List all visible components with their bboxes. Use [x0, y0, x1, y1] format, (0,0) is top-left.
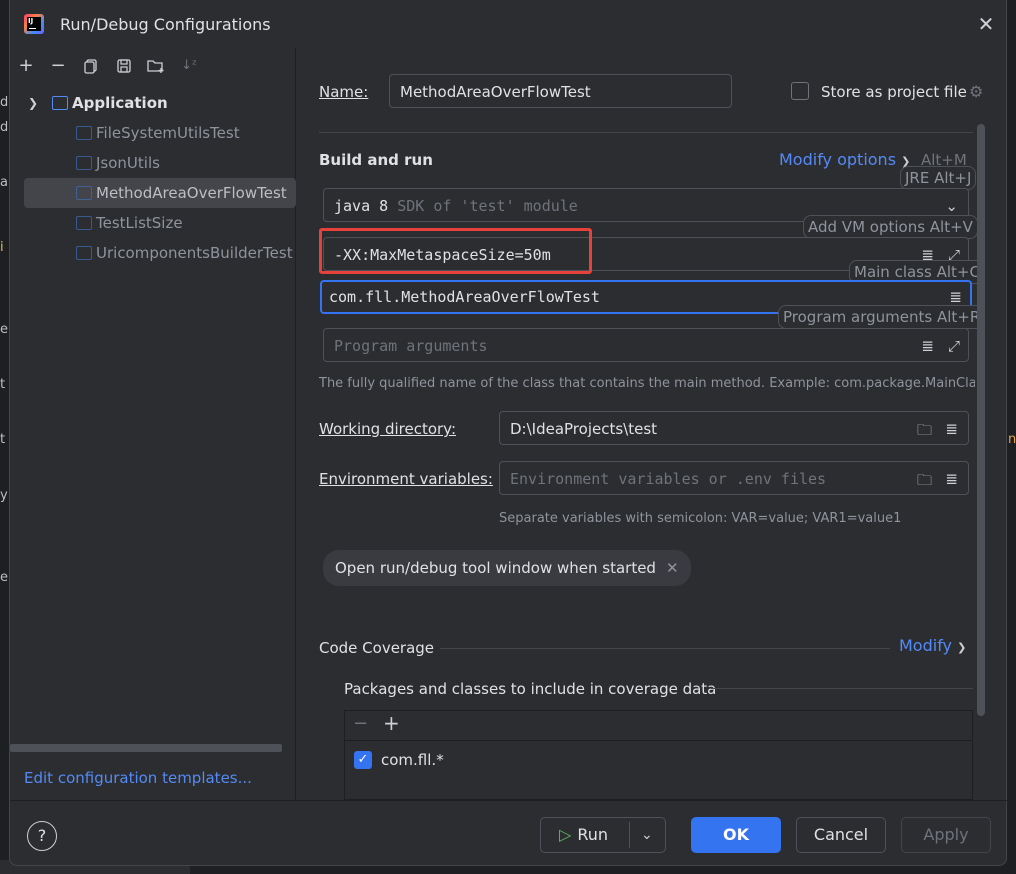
- store-as-project-label: Store as project file: [821, 83, 967, 101]
- sort-icon[interactable]: ↓ᶻ: [178, 53, 200, 79]
- tree-toolbar: + − ↓ᶻ: [10, 53, 296, 79]
- dialog-title: Run/Debug Configurations: [60, 15, 271, 34]
- browse-icon[interactable]: ≣: [949, 288, 962, 306]
- name-label: Name:: [319, 83, 369, 101]
- class-icon: [76, 186, 92, 200]
- tree-item-testlistsize[interactable]: TestListSize: [24, 208, 296, 238]
- application-icon: [52, 96, 68, 110]
- close-icon[interactable]: ✕: [666, 559, 679, 577]
- title-bar: IJ Run/Debug Configurations ✕: [10, 0, 1008, 48]
- remove-icon[interactable]: −: [47, 53, 69, 79]
- play-icon: ▷: [559, 825, 572, 844]
- folder-icon[interactable]: 🗀: [917, 420, 932, 445]
- separator: [711, 688, 973, 689]
- cancel-button[interactable]: Cancel: [796, 817, 886, 853]
- class-icon: [76, 246, 92, 260]
- coverage-toolbar: − +: [345, 711, 972, 741]
- coverage-item-label: com.fll.*: [381, 751, 444, 769]
- ok-button[interactable]: OK: [691, 817, 781, 853]
- highlight-box: [319, 228, 592, 274]
- close-icon[interactable]: ✕: [972, 10, 1000, 38]
- working-directory-field[interactable]: D:\IdeaProjects\test 🗀 ≣: [499, 411, 969, 445]
- code-coverage-heading: Code Coverage: [319, 639, 435, 657]
- chevron-down-icon: ⌄: [945, 197, 958, 215]
- vm-options-shortcut-hint: Add VM options Alt+V: [803, 215, 978, 239]
- run-debug-dialog: IJ Run/Debug Configurations ✕ + − ↓ᶻ ❯ A…: [9, 0, 1008, 866]
- environment-variables-label: Environment variables:: [319, 470, 493, 488]
- button-bar: ? ▷ Run ⌄ OK Cancel Apply: [10, 800, 1008, 866]
- tree-item-uricomponentsbuildertest[interactable]: UricomponentsBuilderTest: [24, 238, 296, 268]
- chevron-down-icon[interactable]: ⌄: [641, 818, 653, 852]
- horizontal-scrollbar[interactable]: [10, 744, 282, 752]
- jre-shortcut-hint: JRE Alt+J: [900, 166, 977, 190]
- run-button[interactable]: ▷ Run ⌄: [540, 817, 666, 853]
- tree-root-application[interactable]: ❯ Application: [10, 88, 296, 118]
- coverage-item-checkbox[interactable]: ✓: [354, 751, 372, 769]
- coverage-modify-link[interactable]: Modify ❯: [899, 636, 966, 655]
- environment-variables-field[interactable]: Environment variables or .env files 🗀 ≣: [499, 461, 969, 495]
- class-icon: [76, 216, 92, 230]
- folder-icon[interactable]: 🗀: [917, 470, 932, 495]
- name-field[interactable]: MethodAreaOverFlowTest: [389, 74, 732, 108]
- config-form: Name: MethodAreaOverFlowTest Store as pr…: [297, 48, 997, 800]
- working-directory-label: Working directory:: [319, 420, 457, 438]
- new-folder-icon[interactable]: [145, 53, 167, 79]
- tree-item-methodareaoverflowtest[interactable]: MethodAreaOverFlowTest: [24, 178, 296, 208]
- program-args-shortcut-hint: Program arguments Alt+R: [778, 305, 986, 329]
- environment-help-text: Separate variables with semicolon: VAR=v…: [499, 511, 902, 526]
- tree-item-jsonutils[interactable]: JsonUtils: [24, 148, 296, 178]
- build-and-run-heading: Build and run: [319, 151, 433, 169]
- coverage-table: − + ✓ com.fll.*: [344, 710, 973, 800]
- remove-icon[interactable]: −: [353, 713, 368, 734]
- expand-icon[interactable]: ⤢: [948, 337, 960, 355]
- vertical-scrollbar[interactable]: [977, 124, 985, 716]
- open-tool-window-chip[interactable]: Open run/debug tool window when started ✕: [323, 550, 691, 586]
- separator: [319, 132, 973, 133]
- apply-button[interactable]: Apply: [901, 817, 991, 853]
- config-tree-panel: + − ↓ᶻ ❯ Application FileSystemUtilsTest: [10, 48, 296, 800]
- class-icon: [76, 126, 92, 140]
- macro-icon[interactable]: ≣: [945, 470, 958, 488]
- intellij-logo-icon: IJ: [24, 14, 44, 34]
- chevron-down-icon: ❯: [957, 641, 967, 654]
- add-icon[interactable]: +: [383, 711, 400, 735]
- main-class-help-text: The fully qualified name of the class th…: [319, 376, 975, 391]
- modify-options-link[interactable]: Modify options ❯: [779, 150, 910, 169]
- edit-templates-link[interactable]: Edit configuration templates...: [24, 769, 252, 787]
- program-arguments-field[interactable]: Program arguments ≣ ⤢: [323, 328, 969, 362]
- tree-item-filesystemutilstest[interactable]: FileSystemUtilsTest: [24, 118, 296, 148]
- separator: [440, 648, 890, 649]
- help-button[interactable]: ?: [27, 821, 57, 851]
- chevron-down-icon: ❯: [28, 96, 39, 110]
- copy-icon[interactable]: [80, 53, 102, 79]
- save-icon[interactable]: [113, 53, 135, 79]
- store-as-project-checkbox[interactable]: [791, 82, 809, 100]
- add-icon[interactable]: +: [15, 53, 37, 79]
- gear-icon[interactable]: ⚙: [969, 82, 983, 101]
- expand-text-icon[interactable]: ≣: [921, 337, 934, 355]
- macro-icon[interactable]: ≣: [945, 420, 958, 438]
- class-icon: [76, 156, 92, 170]
- coverage-packages-label: Packages and classes to include in cover…: [344, 680, 717, 698]
